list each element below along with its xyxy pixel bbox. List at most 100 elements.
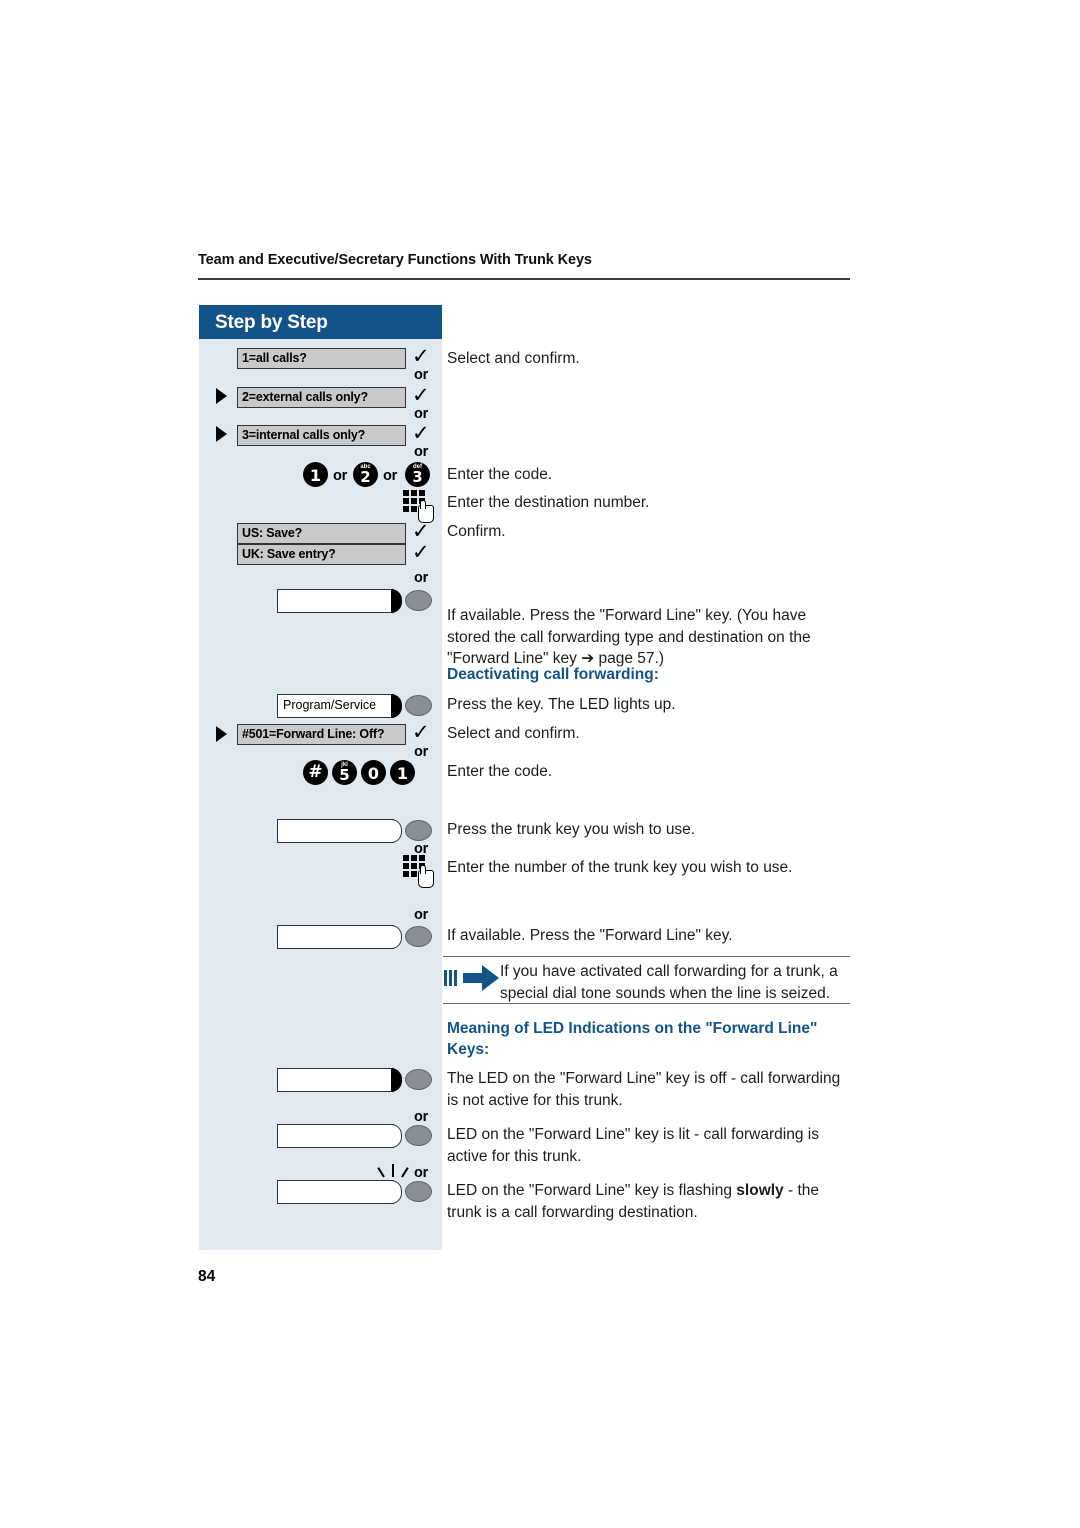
led-flash-pre: LED on the "Forward Line" key is flashin… (447, 1182, 737, 1199)
keypad-key-2[interactable]: abc 2 (353, 462, 378, 487)
instruction-enter-code-1: Enter the code. (447, 466, 553, 483)
trunk-key[interactable] (277, 819, 432, 843)
keypad-key-0[interactable]: 0 (361, 760, 386, 785)
keypad-key-1[interactable]: 1 (303, 462, 328, 487)
left-triangle-icon (216, 426, 227, 442)
forward-line-key-button[interactable] (405, 1125, 432, 1146)
keypad-key-digit: 3 (412, 468, 423, 486)
forward-line-key-button[interactable] (405, 1069, 432, 1090)
checkmark-icon: ✓ (412, 383, 430, 407)
heading-deactivating-call-forwarding: Deactivating call forwarding: (447, 666, 659, 683)
instruction-enter-trunk-number: Enter the number of the trunk key you wi… (447, 859, 793, 876)
keypad-key-digit: 2 (360, 468, 371, 486)
forward-line-key-button[interactable] (405, 1181, 432, 1202)
display-option-forward-line-off[interactable]: #501=Forward Line: Off? (237, 724, 406, 745)
instruction-forward-line-available: If available. Press the "Forward Line" k… (447, 607, 811, 667)
forward-line-key-led-flashing[interactable] (277, 1180, 432, 1204)
note-bottom-divider (443, 1003, 850, 1005)
program-service-key[interactable]: Program/Service (277, 694, 432, 718)
instruction-enter-destination: Enter the destination number. (447, 494, 650, 511)
led-off-indicator (391, 1068, 402, 1092)
keypad-key-digit: 5 (339, 766, 350, 784)
forward-line-key-bar (277, 1180, 394, 1204)
led-flash-emphasis: slowly (736, 1182, 784, 1199)
keypad-key-1[interactable]: 1 (390, 760, 415, 785)
display-option-label: 2=external calls only? (242, 390, 368, 404)
forward-line-key-led (391, 925, 402, 949)
display-option-all-calls[interactable]: 1=all calls? (237, 348, 406, 369)
keypad-key-digit: 0 (367, 764, 380, 783)
header-divider (198, 278, 850, 280)
forward-line-key[interactable] (277, 589, 432, 613)
forward-line-key-bar (277, 1068, 394, 1092)
or-label: or (414, 907, 429, 923)
program-service-key-label: Program/Service (283, 698, 377, 712)
page-number: 84 (198, 1268, 216, 1285)
forward-line-key-button[interactable] (405, 590, 432, 611)
heading-led-meaning: Meaning of LED Indications on the "Forwa… (447, 1020, 818, 1058)
forward-line-key-button[interactable] (405, 926, 432, 947)
instruction-forward-line-available-2: If available. Press the "Forward Line" k… (447, 927, 733, 944)
checkmark-icon: ✓ (412, 519, 430, 543)
left-triangle-icon (216, 388, 227, 404)
forward-line-key-bar (277, 1124, 394, 1148)
program-service-key-bar: Program/Service (277, 694, 394, 718)
checkmark-icon: ✓ (412, 344, 430, 368)
forward-line-key-led (391, 589, 402, 613)
dialpad-icon (403, 855, 434, 888)
or-label: or (414, 1165, 429, 1181)
program-service-key-button[interactable] (405, 695, 432, 716)
step-by-step-title: Step by Step (215, 312, 328, 333)
running-head: Team and Executive/Secretary Functions W… (198, 252, 592, 268)
instruction-select-confirm-1: Select and confirm. (447, 350, 580, 367)
note-top-divider (443, 956, 850, 958)
step-by-step-header: Step by Step (199, 305, 442, 339)
keypad-key-digit: 1 (309, 466, 322, 485)
forward-line-key-bar (277, 925, 394, 949)
or-label: or (383, 468, 398, 484)
forward-line-key-led-lit[interactable] (277, 1124, 432, 1148)
checkmark-icon: ✓ (412, 421, 430, 445)
instruction-press-key-led: Press the key. The LED lights up. (447, 696, 676, 713)
display-option-label: US: Save? (242, 526, 303, 540)
or-label: or (333, 468, 348, 484)
instruction-confirm: Confirm. (447, 523, 506, 540)
display-option-external-calls[interactable]: 2=external calls only? (237, 387, 406, 408)
checkmark-icon: ✓ (412, 540, 430, 564)
display-option-label: UK: Save entry? (242, 547, 336, 561)
checkmark-icon: ✓ (412, 720, 430, 744)
display-option-label: 3=internal calls only? (242, 428, 366, 442)
instruction-enter-code-2: Enter the code. (447, 763, 553, 780)
display-option-uk-save-entry[interactable]: UK: Save entry? (237, 544, 406, 565)
program-service-key-led (391, 694, 402, 718)
manual-page: Team and Executive/Secretary Functions W… (0, 0, 1080, 1528)
instruction-led-flashing: LED on the "Forward Line" key is flashin… (447, 1180, 851, 1223)
led-flashing-icon (377, 1163, 409, 1178)
trunk-key-button[interactable] (405, 820, 432, 841)
blue-arrow-note-icon (444, 965, 500, 991)
keypad-key-digit: 1 (396, 764, 409, 783)
instruction-select-confirm-2: Select and confirm. (447, 725, 580, 742)
trunk-key-bar (277, 819, 394, 843)
display-option-label: 1=all calls? (242, 351, 307, 365)
keypad-key-digit: # (308, 762, 323, 782)
or-label: or (414, 1109, 429, 1125)
instruction-led-off: The LED on the "Forward Line" key is off… (447, 1070, 841, 1109)
or-label: or (414, 406, 429, 422)
display-option-internal-calls[interactable]: 3=internal calls only? (237, 425, 406, 446)
dialpad-icon (403, 490, 434, 523)
led-lit-indicator (391, 1124, 402, 1148)
display-option-us-save[interactable]: US: Save? (237, 523, 406, 544)
or-label: or (414, 444, 429, 460)
instruction-press-trunk-key: Press the trunk key you wish to use. (447, 821, 696, 838)
note-text: If you have activated call forwarding fo… (500, 963, 838, 1002)
forward-line-key-bar (277, 589, 394, 613)
keypad-key-hash[interactable]: # (303, 760, 328, 785)
led-flashing-indicator (391, 1180, 402, 1204)
keypad-key-3[interactable]: def 3 (405, 462, 430, 487)
forward-line-key-led-off[interactable] (277, 1068, 432, 1092)
or-label: or (414, 570, 429, 586)
forward-line-key[interactable] (277, 925, 432, 949)
instruction-led-lit: LED on the "Forward Line" key is lit - c… (447, 1126, 819, 1165)
keypad-key-5[interactable]: jkl 5 (332, 760, 357, 785)
